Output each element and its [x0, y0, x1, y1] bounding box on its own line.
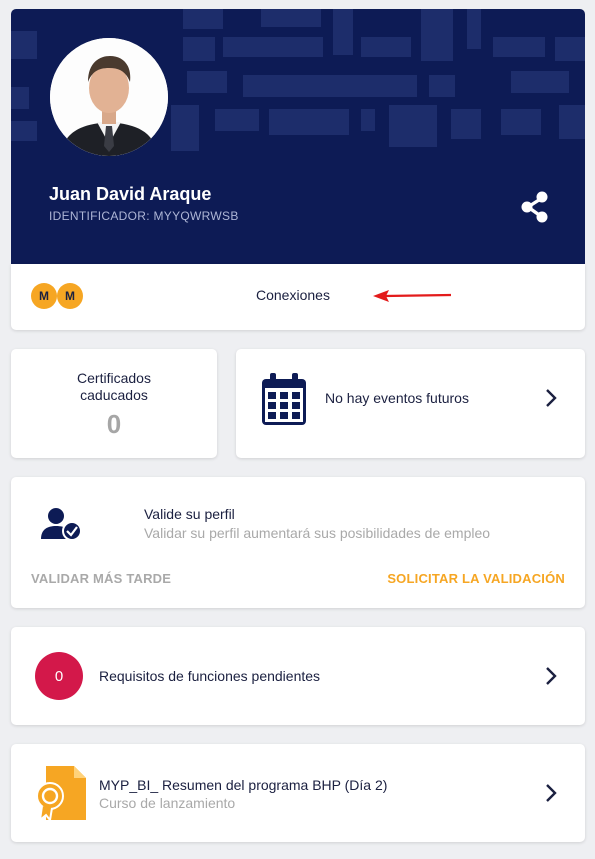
connection-avatar[interactable]: M — [57, 283, 83, 309]
expired-certificates-count: 0 — [106, 409, 122, 439]
connection-avatar[interactable]: M — [31, 283, 57, 309]
course-card[interactable]: MYP_BI_ Resumen del programa BHP (Día 2)… — [11, 744, 585, 842]
user-verified-icon — [41, 508, 82, 541]
validate-later-button[interactable]: VALIDAR MÁS TARDE — [31, 571, 171, 586]
pending-requirements-card[interactable]: 0 Requisitos de funciones pendientes — [11, 627, 585, 725]
share-icon — [521, 191, 548, 223]
upcoming-events-card[interactable]: No hay eventos futuros — [236, 349, 585, 458]
chevron-right-icon — [546, 389, 557, 407]
profile-name: Juan David Araque — [49, 184, 212, 204]
pending-requirements-count: 0 — [35, 652, 83, 700]
expired-certificates-card[interactable]: Certificados caducados 0 — [11, 349, 217, 458]
profile-identifier: IDENTIFICADOR: MYYQWRWSB — [49, 209, 239, 223]
calendar-icon — [262, 373, 306, 425]
avatar[interactable] — [50, 38, 168, 156]
expired-certificates-label: Certificados caducados — [77, 370, 151, 403]
share-button[interactable] — [515, 187, 555, 227]
validate-profile-title: Valide su perfil — [144, 506, 235, 522]
certificate-file-icon — [36, 766, 86, 820]
annotation-arrow-icon — [373, 290, 452, 302]
connections-label[interactable]: Conexiones — [256, 287, 330, 303]
avatar-photo — [50, 38, 168, 156]
validate-profile-card: Valide su perfil Validar su perfil aumen… — [11, 477, 585, 608]
course-subtitle: Curso de lanzamiento — [99, 795, 236, 811]
chevron-right-icon — [546, 784, 557, 802]
profile-header: Juan David Araque IDENTIFICADOR: MYYQWRW… — [11, 9, 585, 264]
validate-profile-subtitle: Validar su perfil aumentará sus posibili… — [144, 525, 491, 541]
events-label: No hay eventos futuros — [325, 390, 469, 406]
course-title: MYP_BI_ Resumen del programa BHP (Día 2) — [99, 777, 388, 793]
pending-requirements-label: Requisitos de funciones pendientes — [99, 668, 321, 684]
connections-card[interactable]: M M Conexiones — [11, 264, 585, 330]
chevron-right-icon — [546, 667, 557, 685]
request-validation-button[interactable]: SOLICITAR LA VALIDACIÓN — [387, 571, 565, 586]
